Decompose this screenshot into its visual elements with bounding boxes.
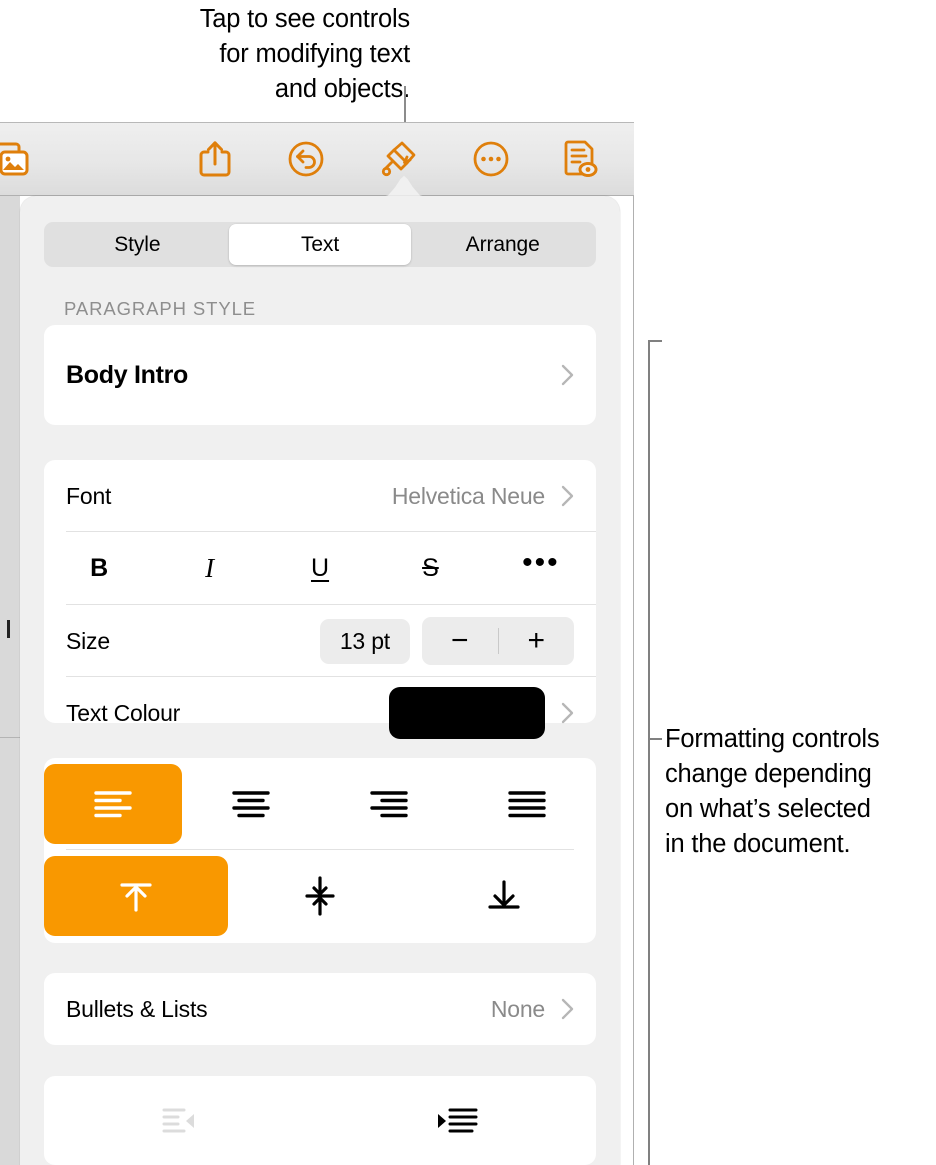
increase-indent-button[interactable] xyxy=(320,1076,596,1165)
more-text-options-button[interactable]: ••• xyxy=(486,532,596,605)
size-decrease-button[interactable]: − xyxy=(422,626,498,656)
underline-button[interactable]: U xyxy=(265,532,375,605)
undo-icon[interactable] xyxy=(283,136,329,182)
align-bottom-button[interactable] xyxy=(412,850,596,942)
text-caret xyxy=(7,620,10,638)
indent-card xyxy=(44,1076,596,1165)
callout-right-text: Formatting controls change depending on … xyxy=(665,725,880,858)
font-row[interactable]: Font Helvetica Neue xyxy=(44,460,596,532)
font-value: Helvetica Neue xyxy=(391,482,545,509)
format-popover: Style Text Arrange PARAGRAPH STYLE Body … xyxy=(20,196,620,1165)
share-icon[interactable] xyxy=(192,136,238,182)
font-label: Font xyxy=(66,482,112,509)
panel-right-border xyxy=(633,122,634,1165)
format-tabs: Style Text Arrange xyxy=(44,222,596,267)
size-label: Size xyxy=(66,627,110,654)
screenshot-root: Tap to see controls for modifying text a… xyxy=(0,0,936,1165)
alignment-card xyxy=(44,758,596,943)
paragraph-style-value: Body Intro xyxy=(66,360,188,389)
tab-arrange[interactable]: Arrange xyxy=(411,224,594,265)
callout-right-bracket xyxy=(648,340,662,1165)
insert-media-icon[interactable] xyxy=(0,136,34,182)
size-value[interactable]: 13 pt xyxy=(319,618,410,664)
paragraph-style-row[interactable]: Body Intro xyxy=(44,325,596,425)
callout-top-text: Tap to see controls for modifying text a… xyxy=(199,5,410,103)
align-justify-button[interactable] xyxy=(458,758,596,850)
text-colour-row[interactable]: Text Colour xyxy=(44,677,596,749)
more-options-icon[interactable] xyxy=(468,136,514,182)
bullets-card: Bullets & Lists None xyxy=(44,973,596,1045)
align-center-button[interactable] xyxy=(182,758,320,850)
chevron-right-icon xyxy=(561,998,574,1020)
bold-button[interactable]: B xyxy=(44,532,154,605)
horizontal-alignment-row xyxy=(44,758,596,850)
strikethrough-button[interactable]: S xyxy=(375,532,485,605)
callout-right-leader-line xyxy=(648,738,662,740)
bullets-label: Bullets & Lists xyxy=(66,995,208,1022)
chevron-right-icon xyxy=(561,364,574,386)
size-increase-button[interactable]: + xyxy=(499,626,575,656)
decrease-indent-button[interactable] xyxy=(44,1076,320,1165)
indent-row xyxy=(44,1076,596,1165)
paragraph-style-card: Body Intro xyxy=(44,325,596,425)
vertical-alignment-row xyxy=(44,850,596,942)
app-toolbar xyxy=(0,122,634,196)
text-style-button-row: B I U S ••• xyxy=(44,532,596,605)
tab-style[interactable]: Style xyxy=(46,224,229,265)
size-stepper: − + xyxy=(422,617,574,665)
italic-button[interactable]: I xyxy=(154,532,264,605)
bullets-value: None xyxy=(490,995,545,1022)
chevron-right-icon xyxy=(561,702,574,724)
tab-text[interactable]: Text xyxy=(228,224,412,265)
bullets-and-lists-row[interactable]: Bullets & Lists None xyxy=(44,973,596,1045)
document-divider xyxy=(0,737,20,738)
document-view-icon[interactable] xyxy=(556,136,602,182)
font-card: Font Helvetica Neue B I U S ••• Size 13 … xyxy=(44,460,596,739)
text-colour-label: Text Colour xyxy=(66,699,181,726)
chevron-right-icon xyxy=(561,485,574,507)
text-colour-swatch[interactable] xyxy=(389,687,545,739)
align-top-button[interactable] xyxy=(44,856,228,936)
align-right-button[interactable] xyxy=(320,758,458,850)
align-middle-button[interactable] xyxy=(228,850,412,942)
align-left-button[interactable] xyxy=(44,764,182,844)
popover-arrow xyxy=(382,175,426,197)
section-header-paragraph-style: PARAGRAPH STYLE xyxy=(64,298,257,319)
size-row: Size 13 pt − + xyxy=(44,605,596,677)
